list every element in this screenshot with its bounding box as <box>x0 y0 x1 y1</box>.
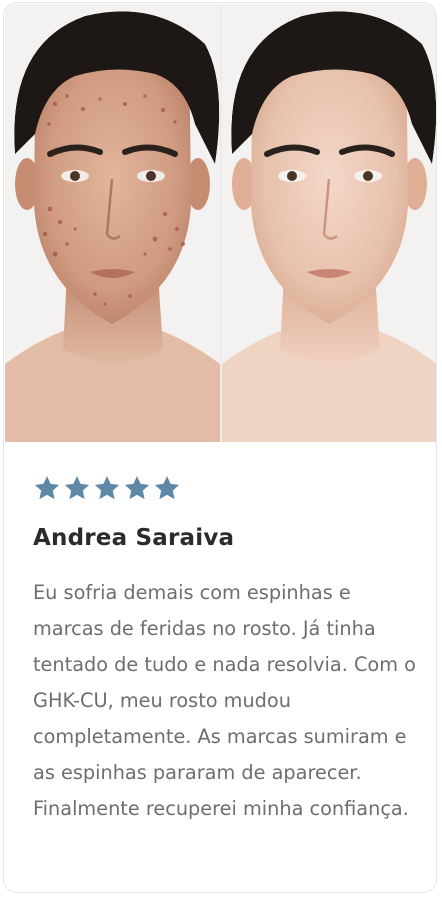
star-rating <box>33 473 423 503</box>
reviewer-name: Andrea Saraiva <box>33 525 235 551</box>
testimonial-body: Andrea Saraiva Eu sofria demais com espi… <box>33 473 423 827</box>
star-icon <box>33 474 61 502</box>
testimonial-card: Andrea Saraiva Eu sofria demais com espi… <box>3 2 437 893</box>
star-icon <box>93 474 121 502</box>
star-icon <box>153 474 181 502</box>
star-icon <box>123 474 151 502</box>
review-text: Eu sofria demais com espinhas e marcas d… <box>33 581 416 820</box>
before-after-photos <box>5 4 436 442</box>
star-icon <box>63 474 91 502</box>
before-photo <box>5 4 220 442</box>
after-photo <box>222 4 436 442</box>
